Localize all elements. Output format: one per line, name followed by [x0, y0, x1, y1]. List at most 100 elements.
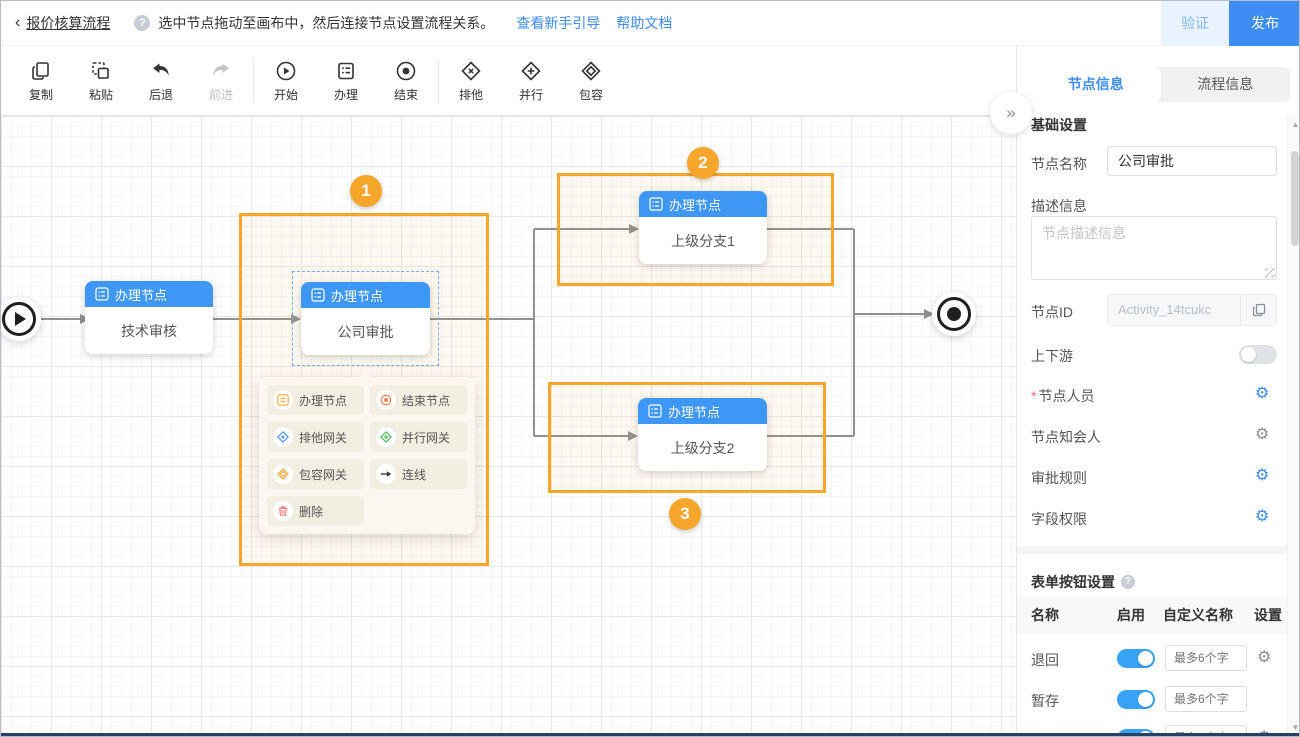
form-buttons-title: 表单按钮设置: [1031, 572, 1115, 592]
scroll-up-arrow-icon[interactable]: ▲: [1288, 120, 1300, 129]
parallel-gateway-icon: [380, 431, 392, 443]
exclusive-gateway-button[interactable]: 排他: [441, 59, 501, 103]
node-name: 技术审核: [85, 307, 213, 354]
menu-item-end-node[interactable]: 结束节点: [370, 385, 467, 415]
menu-item-parallel-gateway[interactable]: 并行网关: [370, 422, 467, 452]
end-event-icon: [394, 59, 418, 83]
start-event-icon: [274, 59, 298, 83]
step-badge-3: 3: [669, 498, 701, 530]
menu-item-delete[interactable]: 删除: [267, 496, 364, 526]
copy-icon: [1251, 302, 1267, 318]
menu-item-label: 结束节点: [402, 392, 450, 409]
node-header: 办理节点: [85, 281, 213, 307]
task-icon: [649, 197, 663, 211]
inclusive-gateway-icon: [579, 59, 603, 83]
tab-node-info[interactable]: 节点信息: [1031, 67, 1161, 102]
col-custom-name: 自定义名称: [1163, 597, 1233, 634]
node-assignee-gear-icon[interactable]: ⚙: [1255, 386, 1269, 402]
custom-name-input[interactable]: [1165, 645, 1247, 671]
help-doc-link[interactable]: 帮助文档: [616, 13, 672, 33]
basic-settings-title: 基础设置: [1031, 115, 1087, 135]
undo-button[interactable]: 后退: [131, 59, 191, 103]
node-type-label: 办理节点: [668, 402, 720, 421]
panel-tabs: 节点信息 流程信息: [1031, 67, 1290, 102]
parallel-gateway-button[interactable]: 并行: [501, 59, 561, 103]
validate-button[interactable]: 验证: [1161, 1, 1229, 46]
approval-rule-gear-icon[interactable]: ⚙: [1255, 468, 1269, 484]
flow-title[interactable]: 报价核算流程: [26, 13, 110, 33]
col-settings: 设置: [1254, 597, 1282, 634]
node-cc-gear-icon[interactable]: ⚙: [1255, 427, 1269, 443]
menu-item-connect-line[interactable]: 连线: [370, 459, 467, 489]
node-branch-1[interactable]: 办理节点 上级分支1: [639, 191, 767, 264]
toolbar: 复制 粘贴 后退 前进 开始 办理 结束 排他: [1, 46, 1016, 116]
task-icon: [277, 394, 289, 406]
node-header: 办理节点: [301, 282, 430, 308]
copy-id-button[interactable]: [1240, 295, 1276, 325]
exclusive-gateway-icon: [459, 59, 483, 83]
field-permission-gear-icon[interactable]: ⚙: [1255, 509, 1269, 525]
end-event-node[interactable]: [932, 292, 976, 336]
scrollbar-thumb[interactable]: [1291, 151, 1299, 246]
flow-canvas[interactable]: 办理节点 技术审核 办理节点 公司审批 办理节点 上级分支1 办理节点 上级: [1, 116, 1016, 737]
updown-toggle[interactable]: [1239, 345, 1277, 364]
tool-label: 复制: [29, 86, 53, 103]
node-header: 办理节点: [638, 398, 767, 424]
menu-item-inclusive-gateway[interactable]: 包容网关: [267, 459, 364, 489]
custom-name-input[interactable]: [1165, 686, 1247, 712]
tab-flow-info[interactable]: 流程信息: [1161, 67, 1291, 102]
updown-label: 上下游: [1031, 346, 1073, 366]
panel-scrollbar[interactable]: ▲ ▼: [1287, 116, 1300, 737]
exclusive-gateway-icon: [277, 431, 289, 443]
node-branch-2[interactable]: 办理节点 上级分支2: [638, 398, 767, 471]
scroll-down-arrow-icon[interactable]: ▼: [1288, 723, 1300, 732]
panel-collapse-button[interactable]: »: [990, 92, 1032, 134]
node-name-input[interactable]: [1107, 146, 1277, 176]
row-settings-gear-icon[interactable]: ⚙: [1257, 650, 1271, 666]
menu-item-task-node[interactable]: 办理节点: [267, 385, 364, 415]
copy-button[interactable]: 复制: [11, 59, 71, 103]
tool-label: 包容: [579, 86, 603, 103]
enable-toggle[interactable]: [1117, 649, 1155, 668]
tool-label: 并行: [519, 86, 543, 103]
task-icon: [311, 288, 325, 302]
menu-item-label: 并行网关: [402, 429, 450, 446]
desc-textarea[interactable]: [1031, 216, 1277, 280]
back-link[interactable]: ‹ 报价核算流程: [1, 13, 110, 33]
tool-label: 排他: [459, 86, 483, 103]
menu-item-exclusive-gateway[interactable]: 排他网关: [267, 422, 364, 452]
end-dot-icon: [947, 307, 961, 321]
form-buttons-table-header: 名称 启用 自定义名称 设置: [1017, 597, 1288, 634]
end-event-button[interactable]: 结束: [376, 59, 436, 103]
menu-item-label: 包容网关: [299, 466, 347, 483]
menu-item-label: 连线: [402, 466, 426, 483]
window-bottom-edge: [1, 733, 1300, 736]
node-type-label: 办理节点: [331, 286, 383, 305]
publish-button[interactable]: 发布: [1229, 1, 1300, 46]
task-icon: [334, 59, 358, 83]
approval-rule-row: 审批规则: [1031, 468, 1087, 488]
hint-group: ? 选中节点拖动至画布中，然后连接节点设置流程关系。: [134, 13, 494, 33]
node-company-approval[interactable]: 办理节点 公司审批: [301, 282, 430, 355]
desc-label: 描述信息: [1031, 196, 1087, 216]
task-node-button[interactable]: 办理: [316, 59, 376, 103]
hint-text: 选中节点拖动至画布中，然后连接节点设置流程关系。: [158, 13, 494, 33]
undo-icon: [149, 59, 173, 83]
start-event-button[interactable]: 开始: [256, 59, 316, 103]
toolbar-separator: [253, 59, 254, 103]
help-question-icon: ?: [1121, 575, 1135, 589]
inclusive-gateway-button[interactable]: 包容: [561, 59, 621, 103]
node-id-label: 节点ID: [1031, 302, 1073, 322]
redo-button[interactable]: 前进: [191, 59, 251, 103]
node-context-menu: 办理节点 结束节点 排他网关 并行网关 包容网关 连线: [259, 377, 475, 534]
paste-button[interactable]: 粘贴: [71, 59, 131, 103]
guide-link[interactable]: 查看新手引导: [516, 13, 600, 33]
enable-toggle[interactable]: [1117, 690, 1155, 709]
textarea-resize-grip[interactable]: [1265, 268, 1275, 278]
node-tech-review[interactable]: 办理节点 技术审核: [85, 281, 213, 354]
toolbar-separator: [438, 59, 439, 103]
menu-item-label: 删除: [299, 503, 323, 520]
connect-arrow-icon: [380, 468, 392, 480]
tool-label: 办理: [334, 86, 358, 103]
button-name: 退回: [1031, 650, 1059, 670]
